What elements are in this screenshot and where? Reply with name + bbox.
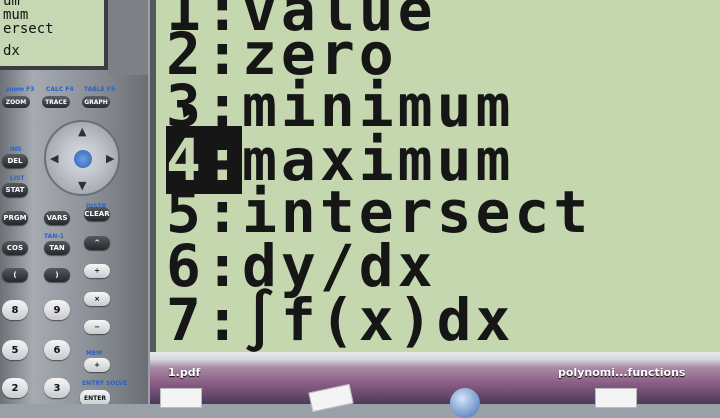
menu-item-intersect[interactable]: 5: intersect <box>166 178 592 246</box>
ins-label: INS <box>10 146 22 153</box>
dpad-center <box>74 150 92 168</box>
key-9[interactable]: 9 <box>44 300 70 320</box>
plus-key[interactable]: + <box>84 358 110 372</box>
document-icon[interactable] <box>308 383 354 413</box>
calc-menu-display: 1: value 2: zero 3: minimum 4: maximum 5: int… <box>150 0 720 354</box>
graph-key[interactable]: GRAPH <box>82 96 110 108</box>
arrow-down-icon[interactable]: ▼ <box>78 180 86 191</box>
menu-item-integral[interactable]: 7: ∫f(x)dx <box>166 286 514 354</box>
desktop-file-label[interactable]: polynomi...functions <box>558 366 685 379</box>
file-thumbnail-icon[interactable] <box>595 388 637 408</box>
desktop-file-label[interactable]: 1.pdf <box>168 366 200 379</box>
mini-screen-line: ersect <box>3 21 54 37</box>
menu-item-number: 7: <box>166 286 244 354</box>
key-3[interactable]: 3 <box>44 378 70 398</box>
mini-screen-line: dx <box>3 43 20 59</box>
key-6[interactable]: 6 <box>44 340 70 360</box>
enter-key[interactable]: ENTER <box>80 390 110 404</box>
tan-key[interactable]: TAN <box>44 241 70 255</box>
menu-item-minimum[interactable]: 3: minimum <box>166 72 514 140</box>
del-key[interactable]: DEL <box>2 154 28 168</box>
prgm-key[interactable]: PRGM <box>2 211 28 225</box>
zoom-key[interactable]: ZOOM <box>2 96 30 108</box>
desktop-background: 1.pdf polynomi...functions <box>150 352 720 418</box>
clear-key[interactable]: CLEAR <box>84 207 110 221</box>
menu-item-label: ∫f(x)dx <box>242 286 515 354</box>
function-key-row: zoom F3 CALC F4 TABLE F5 ZOOM TRACE GRAP… <box>0 86 148 114</box>
key-5[interactable]: 5 <box>2 340 28 360</box>
key-8[interactable]: 8 <box>2 300 28 320</box>
calculator-mini-screen: um mum ersect dx <box>0 0 108 70</box>
fkey-label: TABLE F5 <box>84 86 116 93</box>
list-label: LIST <box>10 175 25 182</box>
fkey-label: zoom F3 <box>6 86 35 93</box>
left-paren-key[interactable]: ( <box>2 268 28 282</box>
mem-label: MEM <box>86 350 103 357</box>
tan-inverse-label: TAN-1 <box>44 233 64 240</box>
vars-key[interactable]: VARS <box>44 211 70 225</box>
arrow-left-icon[interactable]: ◀ <box>50 153 58 164</box>
calculator-keypad-panel: um mum ersect dx zoom F3 CALC F4 TABLE F… <box>0 0 148 404</box>
stat-key[interactable]: STAT <box>2 183 28 197</box>
arrow-up-icon[interactable]: ▲ <box>78 126 86 137</box>
right-paren-key[interactable]: ) <box>44 268 70 282</box>
directional-pad[interactable]: ▲ ▼ ◀ ▶ <box>44 120 120 196</box>
cos-key[interactable]: COS <box>2 241 28 255</box>
dock-app-icon[interactable] <box>450 388 480 418</box>
divide-key[interactable]: ÷ <box>84 264 110 278</box>
power-key[interactable]: ^ <box>84 236 110 250</box>
menu-item-dydx[interactable]: 6: dy/dx <box>166 232 437 300</box>
minus-key[interactable]: − <box>84 320 110 334</box>
key-2[interactable]: 2 <box>2 378 28 398</box>
file-thumbnail-icon[interactable] <box>160 388 202 408</box>
entry-solve-label: ENTRY SOLVE <box>82 380 128 387</box>
arrow-right-icon[interactable]: ▶ <box>106 153 114 164</box>
multiply-key[interactable]: × <box>84 292 110 306</box>
mini-screen-line: mum <box>3 7 29 23</box>
fkey-label: CALC F4 <box>46 86 74 93</box>
calculator-bezel <box>108 0 148 75</box>
trace-key[interactable]: TRACE <box>42 96 70 108</box>
